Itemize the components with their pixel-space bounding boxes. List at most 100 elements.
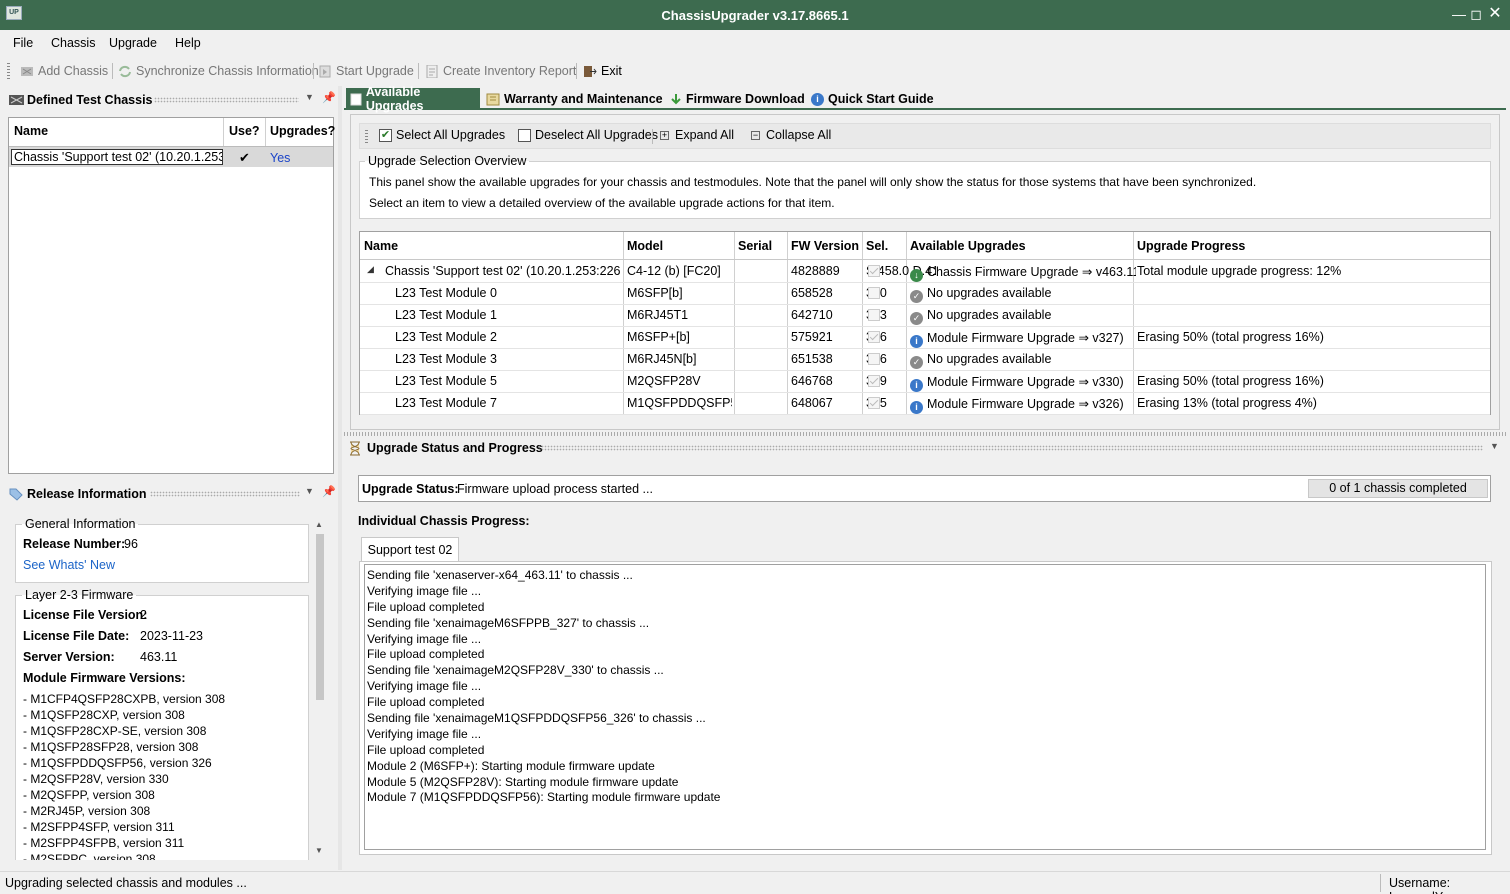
tab-quick-start[interactable]: i Quick Start Guide [811,88,934,110]
select-all-button[interactable]: ✔ Select All Upgrades [379,128,505,142]
menu-chassis[interactable]: Chassis [51,36,95,50]
menu-file[interactable]: File [13,36,33,50]
row-upgrade-text: No upgrades available [927,308,1052,322]
col-name[interactable]: Name [364,239,398,253]
row-select-checkbox[interactable] [868,309,880,321]
module-row[interactable]: L23 Test Module 0M6SFP[b]658528320✓No up… [360,282,1490,304]
maximize-icon[interactable]: ◻ [1467,5,1485,23]
tab-support-test-02[interactable]: Support test 02 [361,537,459,562]
row-available-upgrade: ✓ No upgrades available [910,308,1136,325]
pin-icon[interactable]: 📌 [322,485,336,498]
tree-expander-icon[interactable]: ◢ [367,264,374,275]
row-model: M6SFP+[b] [627,330,690,344]
row-select-checkbox[interactable] [868,287,880,299]
row-name: L23 Test Module 1 [395,308,497,322]
module-row[interactable]: L23 Test Module 5M2QSFP28V646768329iModu… [360,370,1490,392]
app-window: UP ChassisUpgrader v3.17.8665.1 — ◻ ✕ Fi… [0,0,1510,894]
minimize-icon[interactable]: — [1450,5,1468,23]
expand-all-button[interactable]: + Expand All [660,128,734,142]
col-use[interactable]: Use? [229,124,260,138]
release-number-value: 96 [124,537,138,551]
row-serial: 642710 [791,308,833,322]
row-upgrade-text: Module Firmware Upgrade ⇒ v327) [927,331,1124,345]
close-icon[interactable]: ✕ [1486,5,1504,23]
module-version-item: - M2RJ45P, version 308 [23,804,151,818]
deselect-all-label: Deselect All Upgrades [535,128,658,142]
select-all-label: Select All Upgrades [396,128,506,142]
sync-chassis-button[interactable]: Synchronize Chassis Information [118,64,319,78]
panel-menu-chevron-icon[interactable]: ▼ [1490,441,1499,451]
overview-line-1: This panel show the available upgrades f… [369,175,1257,189]
pin-icon[interactable]: 📌 [322,91,336,104]
col-name[interactable]: Name [14,124,48,138]
row-name: L23 Test Module 2 [395,330,497,344]
row-select-checkbox[interactable] [868,265,880,277]
row-upgrade-progress: Erasing 50% (total progress 16%) [1137,374,1324,388]
col-available-upgrades[interactable]: Available Upgrades [910,239,1026,253]
scroll-thumb[interactable] [316,534,324,700]
tab-available-upgrades[interactable]: Available Upgrades [346,85,480,113]
tab-warranty[interactable]: Warranty and Maintenance [486,88,663,110]
license-version-label: License File Version: [23,608,148,622]
col-model[interactable]: Model [627,239,663,253]
use-checkbox[interactable]: ✔ [239,150,250,166]
module-row[interactable]: L23 Test Module 1M6RJ45T1642710313✓No up… [360,304,1490,326]
vertical-splitter[interactable] [338,86,342,870]
add-chassis-button[interactable]: Add Chassis [20,64,108,78]
module-row[interactable]: L23 Test Module 7M1QSFPDDQSFP56648067325… [360,392,1490,414]
sync-chassis-label: Synchronize Chassis Information [136,64,319,78]
module-version-list: - M1CFP4QSFP28CXPB, version 308 - M1QSFP2… [23,691,303,860]
scroll-down-icon[interactable]: ▼ [315,846,323,855]
row-select-checkbox[interactable] [868,375,880,387]
tab-quick-start-label: Quick Start Guide [828,92,934,106]
progress-log[interactable]: Sending file 'xenaserver-x64_463.11' to … [364,564,1486,850]
panel-menu-chevron-icon[interactable]: ▼ [305,92,314,102]
tab-firmware-download[interactable]: Firmware Download [670,88,805,110]
whats-new-link[interactable]: See Whats' New [23,558,115,572]
download-info-icon: ↓ [910,269,923,282]
row-select-checkbox[interactable] [868,397,880,409]
row-available-upgrade: ✓ No upgrades available [910,352,1136,369]
col-sel[interactable]: Sel. [866,239,888,253]
module-version-item: - M2QSFPP, version 308 [23,788,155,802]
row-serial: 651538 [791,352,833,366]
main-toolbar: Add Chassis Synchronize Chassis Informat… [0,57,1510,85]
row-select-checkbox[interactable] [868,353,880,365]
chassis-row[interactable]: ◢ Chassis 'Support test 02' (10.20.1.253:… [360,260,1490,282]
toolbar-grip[interactable] [7,63,10,79]
inventory-report-button[interactable]: Create Inventory Report [425,64,576,78]
log-line: Sending file 'xenaimageM6SFPPB_327' to c… [367,615,650,630]
menu-upgrade[interactable]: Upgrade [109,36,157,50]
row-available-upgrade: i Module Firmware Upgrade ⇒ v327) [910,330,1136,348]
release-scrollbar[interactable]: ▲ ▼ [314,518,326,860]
col-upgrade-progress[interactable]: Upgrade Progress [1137,239,1245,253]
row-select-checkbox[interactable] [868,331,880,343]
col-serial[interactable]: Serial [738,239,772,253]
row-model: C4-12 (b) [FC20] [627,264,721,278]
defined-chassis-row[interactable]: Chassis 'Support test 02' (10.20.1.253:2… [9,147,333,167]
module-row[interactable]: L23 Test Module 3M6RJ45N[b]651538326✓No … [360,348,1490,370]
module-version-item: - M2SFPPC, version 308 [23,852,156,860]
license-date-value: 2023-11-23 [140,629,204,643]
start-upgrade-button[interactable]: Start Upgrade [318,64,414,78]
info-icon: i [910,379,923,392]
individual-progress-label: Individual Chassis Progress: [358,514,530,528]
col-fw-version[interactable]: FW Version [791,239,859,253]
menu-help[interactable]: Help [175,36,201,50]
module-row[interactable]: L23 Test Module 2M6SFP+[b]575921326iModu… [360,326,1490,348]
row-upgrade-progress: Erasing 13% (total progress 4%) [1137,396,1317,410]
scroll-up-icon[interactable]: ▲ [315,520,323,529]
collapse-all-label: Collapse All [766,128,832,142]
hourglass-icon [350,441,360,456]
collapse-all-button[interactable]: − Collapse All [751,128,831,142]
log-line: Module 7 (M1QSFPDDQSFP56): Starting modu… [367,790,721,805]
horizontal-splitter[interactable] [344,432,1506,436]
exit-button[interactable]: Exit [583,64,622,78]
col-upgrades[interactable]: Upgrades? [270,124,335,138]
upgrade-status-box: Upgrade Status: Firmware upload process … [358,475,1491,502]
panel-menu-chevron-icon[interactable]: ▼ [305,486,314,496]
status-bar-message: Upgrading selected chassis and modules .… [5,876,247,890]
document-icon [350,93,362,105]
chassis-name-cell[interactable]: Chassis 'Support test 02' (10.20.1.253:2 [11,149,223,165]
deselect-all-button[interactable]: Deselect All Upgrades [518,128,658,142]
